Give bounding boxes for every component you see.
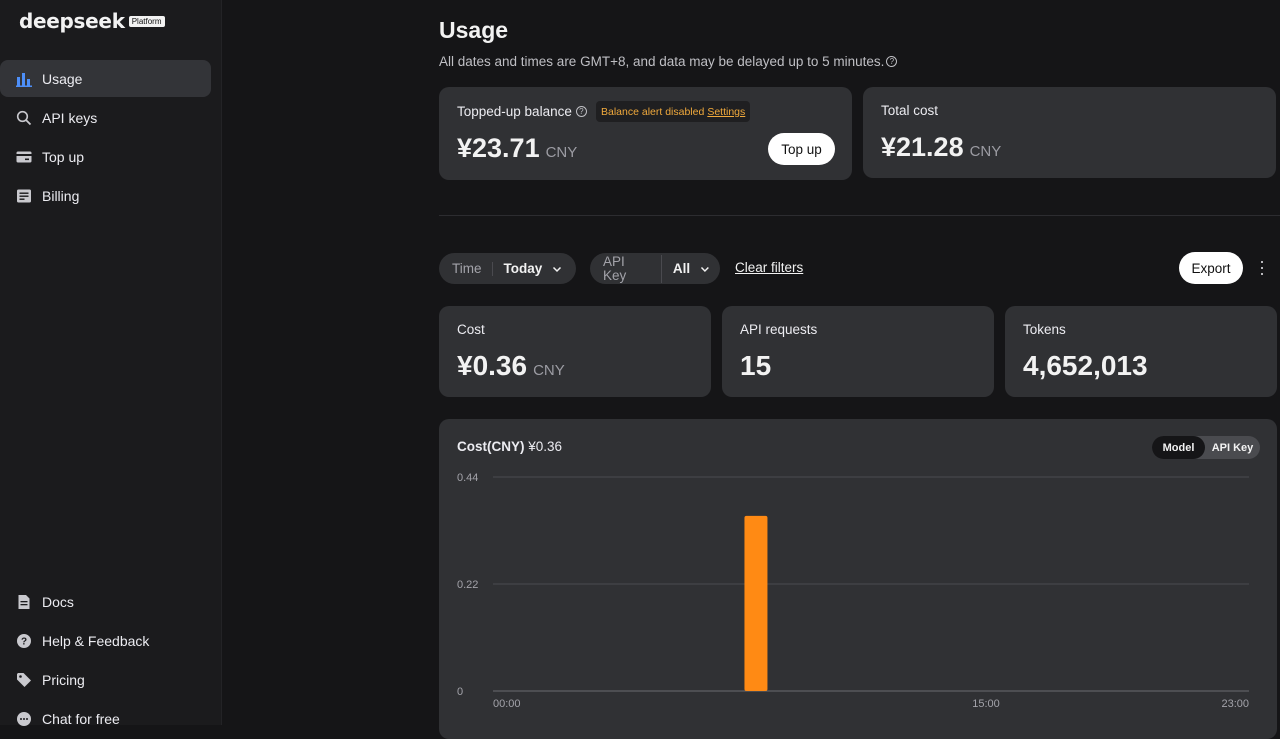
total-cost-value-row: ¥21.28 CNY xyxy=(881,132,1001,163)
cost-stat-value: ¥0.36 xyxy=(457,350,528,381)
sidebar-item-chat[interactable]: Chat for free xyxy=(0,700,211,737)
tag-icon xyxy=(16,672,32,688)
total-cost-card: Total cost ¥21.28 CNY xyxy=(863,87,1276,178)
total-cost-label: Total cost xyxy=(881,103,939,118)
bar-chart-icon xyxy=(16,71,32,87)
more-options-icon[interactable] xyxy=(1257,259,1267,277)
sidebar-item-docs[interactable]: Docs xyxy=(0,583,211,620)
top-up-button[interactable]: Top up xyxy=(768,133,835,165)
cost-bar xyxy=(744,515,768,691)
main-content: Usage All dates and times are GMT+8, and… xyxy=(222,0,1280,739)
time-filter-key: Time xyxy=(439,261,493,276)
sidebar-item-help[interactable]: ? Help & Feedback xyxy=(0,622,211,659)
timezone-note: All dates and times are GMT+8, and data … xyxy=(439,54,898,69)
sidebar-item-label: Help & Feedback xyxy=(42,632,150,649)
clear-filters-link[interactable]: Clear filters xyxy=(735,260,803,275)
sidebar-item-billing[interactable]: Billing xyxy=(0,177,211,214)
brand-name: deepseek xyxy=(19,9,125,33)
tokens-stat-value: 4,652,013 xyxy=(1023,350,1148,381)
y-tick-label: 0.44 xyxy=(457,472,478,484)
cost-chart-card: Cost(CNY) ¥0.36 Model API Key 0 0.22 0.44 0… xyxy=(439,419,1277,739)
api-key-filter[interactable]: API Key All xyxy=(590,253,720,284)
cost-stat-value-row: ¥0.36 CNY xyxy=(457,350,565,382)
y-tick-label: 0 xyxy=(457,686,463,698)
x-tick-label: 00:00 xyxy=(493,698,521,710)
search-icon xyxy=(16,110,32,126)
cost-stat-label: Cost xyxy=(457,322,485,337)
settings-link[interactable]: Settings xyxy=(707,106,745,118)
requests-stat-value: 15 xyxy=(740,350,772,381)
billing-icon xyxy=(16,188,32,204)
sidebar-item-label: API keys xyxy=(42,109,98,126)
requests-stat-card: API requests 15 xyxy=(722,306,994,397)
balance-value-row: ¥23.71 CNY xyxy=(457,133,577,164)
cost-stat-card: Cost ¥0.36 CNY xyxy=(439,306,711,397)
doc-icon xyxy=(16,594,32,610)
total-cost-unit: CNY xyxy=(969,143,1002,160)
balance-label-row: Topped-up balance ? xyxy=(457,104,587,119)
balance-alert-badge: Balance alert disabled Settings xyxy=(596,101,751,122)
total-cost-value: ¥21.28 xyxy=(881,132,964,162)
sidebar-item-top-up[interactable]: Top up xyxy=(0,138,211,175)
sidebar-item-label: Billing xyxy=(42,187,80,204)
chevron-down-icon xyxy=(553,266,562,272)
x-tick-label: 15:00 xyxy=(972,698,1000,710)
balance-label: Topped-up balance xyxy=(457,104,572,119)
help-icon: ? xyxy=(16,633,32,649)
export-button[interactable]: Export xyxy=(1179,252,1243,284)
time-filter[interactable]: Time Today xyxy=(439,253,576,284)
balance-card: Topped-up balance ? Balance alert disabl… xyxy=(439,87,852,180)
platform-badge: Platform xyxy=(128,16,165,27)
api-key-filter-key: API Key xyxy=(590,254,662,283)
tokens-stat-card: Tokens 4,652,013 xyxy=(1005,306,1277,397)
y-tick-label: 0.22 xyxy=(457,579,478,591)
requests-stat-label: API requests xyxy=(740,322,818,337)
brand-logo[interactable]: deepseek Platform xyxy=(19,9,165,33)
sidebar-item-label: Pricing xyxy=(42,671,85,688)
section-divider xyxy=(439,215,1280,216)
timezone-note-text: All dates and times are GMT+8, and data … xyxy=(439,54,885,69)
question-icon[interactable]: ? xyxy=(575,106,587,117)
tokens-stat-label: Tokens xyxy=(1023,322,1066,337)
sidebar-item-api-keys[interactable]: API keys xyxy=(0,99,211,136)
question-icon[interactable]: ? xyxy=(886,56,898,67)
page-title: Usage xyxy=(439,17,509,43)
sidebar-item-label: Usage xyxy=(42,70,83,87)
chat-icon xyxy=(16,711,32,727)
card-icon xyxy=(16,149,32,165)
sidebar-item-label: Top up xyxy=(42,148,85,165)
balance-alert-text: Balance alert disabled xyxy=(601,105,705,118)
cost-bar-chart: 0 0.22 0.44 00:00 15:00 23:00 xyxy=(457,472,1249,710)
sidebar-item-label: Chat for free xyxy=(42,710,120,727)
balance-unit: CNY xyxy=(545,144,578,161)
balance-value: ¥23.71 xyxy=(457,133,540,163)
api-key-filter-value: All xyxy=(672,261,691,276)
sidebar-item-label: Docs xyxy=(42,593,74,610)
sidebar-item-pricing[interactable]: Pricing xyxy=(0,661,211,698)
sidebar: deepseek Platform Usage API keys Top up … xyxy=(0,0,222,727)
chevron-down-icon xyxy=(701,266,710,272)
cost-stat-unit: CNY xyxy=(533,362,565,379)
time-filter-value: Today xyxy=(503,261,543,276)
x-tick-label: 23:00 xyxy=(1221,698,1249,710)
sidebar-item-usage[interactable]: Usage xyxy=(0,60,211,97)
svg-text:?: ? xyxy=(21,636,27,647)
